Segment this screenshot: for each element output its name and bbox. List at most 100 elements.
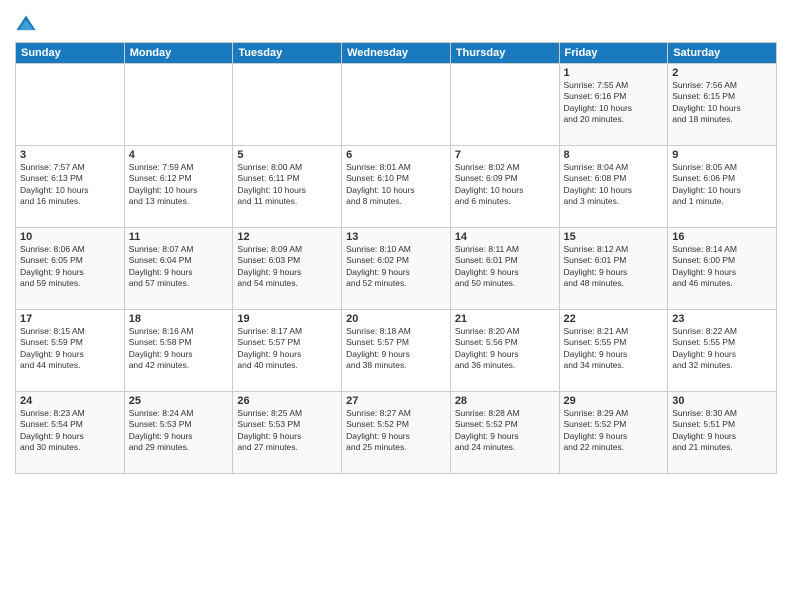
- calendar-cell: 5Sunrise: 8:00 AM Sunset: 6:11 PM Daylig…: [233, 146, 342, 228]
- day-number: 19: [237, 313, 337, 325]
- calendar-cell: 11Sunrise: 8:07 AM Sunset: 6:04 PM Dayli…: [124, 228, 233, 310]
- calendar-cell: [450, 64, 559, 146]
- day-number: 24: [20, 395, 120, 407]
- day-number: 18: [129, 313, 229, 325]
- day-number: 22: [564, 313, 664, 325]
- day-info: Sunrise: 8:11 AM Sunset: 6:01 PM Dayligh…: [455, 244, 555, 290]
- logo: [15, 14, 39, 36]
- day-number: 17: [20, 313, 120, 325]
- day-number: 29: [564, 395, 664, 407]
- calendar-week-row: 17Sunrise: 8:15 AM Sunset: 5:59 PM Dayli…: [16, 310, 777, 392]
- day-number: 10: [20, 231, 120, 243]
- day-number: 23: [672, 313, 772, 325]
- calendar-cell: 29Sunrise: 8:29 AM Sunset: 5:52 PM Dayli…: [559, 392, 668, 474]
- day-info: Sunrise: 8:01 AM Sunset: 6:10 PM Dayligh…: [346, 162, 446, 208]
- day-of-week-header: Saturday: [668, 43, 777, 64]
- calendar-week-row: 1Sunrise: 7:55 AM Sunset: 6:16 PM Daylig…: [16, 64, 777, 146]
- day-number: 11: [129, 231, 229, 243]
- day-of-week-header: Thursday: [450, 43, 559, 64]
- calendar-cell: 16Sunrise: 8:14 AM Sunset: 6:00 PM Dayli…: [668, 228, 777, 310]
- day-info: Sunrise: 8:00 AM Sunset: 6:11 PM Dayligh…: [237, 162, 337, 208]
- calendar-cell: 2Sunrise: 7:56 AM Sunset: 6:15 PM Daylig…: [668, 64, 777, 146]
- day-number: 21: [455, 313, 555, 325]
- calendar-body: 1Sunrise: 7:55 AM Sunset: 6:16 PM Daylig…: [16, 64, 777, 474]
- calendar-cell: 26Sunrise: 8:25 AM Sunset: 5:53 PM Dayli…: [233, 392, 342, 474]
- calendar-cell: 30Sunrise: 8:30 AM Sunset: 5:51 PM Dayli…: [668, 392, 777, 474]
- day-number: 28: [455, 395, 555, 407]
- calendar-cell: 9Sunrise: 8:05 AM Sunset: 6:06 PM Daylig…: [668, 146, 777, 228]
- day-of-week-header: Monday: [124, 43, 233, 64]
- day-number: 15: [564, 231, 664, 243]
- day-number: 9: [672, 149, 772, 161]
- day-info: Sunrise: 8:07 AM Sunset: 6:04 PM Dayligh…: [129, 244, 229, 290]
- calendar-cell: 20Sunrise: 8:18 AM Sunset: 5:57 PM Dayli…: [342, 310, 451, 392]
- day-number: 3: [20, 149, 120, 161]
- calendar-cell: 1Sunrise: 7:55 AM Sunset: 6:16 PM Daylig…: [559, 64, 668, 146]
- calendar-cell: 6Sunrise: 8:01 AM Sunset: 6:10 PM Daylig…: [342, 146, 451, 228]
- day-info: Sunrise: 8:23 AM Sunset: 5:54 PM Dayligh…: [20, 408, 120, 454]
- day-info: Sunrise: 8:02 AM Sunset: 6:09 PM Dayligh…: [455, 162, 555, 208]
- day-number: 25: [129, 395, 229, 407]
- day-info: Sunrise: 8:27 AM Sunset: 5:52 PM Dayligh…: [346, 408, 446, 454]
- day-number: 8: [564, 149, 664, 161]
- day-number: 4: [129, 149, 229, 161]
- day-number: 20: [346, 313, 446, 325]
- calendar-cell: 25Sunrise: 8:24 AM Sunset: 5:53 PM Dayli…: [124, 392, 233, 474]
- day-number: 30: [672, 395, 772, 407]
- day-info: Sunrise: 8:17 AM Sunset: 5:57 PM Dayligh…: [237, 326, 337, 372]
- day-number: 14: [455, 231, 555, 243]
- calendar-cell: 28Sunrise: 8:28 AM Sunset: 5:52 PM Dayli…: [450, 392, 559, 474]
- day-number: 12: [237, 231, 337, 243]
- day-info: Sunrise: 8:18 AM Sunset: 5:57 PM Dayligh…: [346, 326, 446, 372]
- day-info: Sunrise: 8:15 AM Sunset: 5:59 PM Dayligh…: [20, 326, 120, 372]
- day-info: Sunrise: 8:28 AM Sunset: 5:52 PM Dayligh…: [455, 408, 555, 454]
- day-info: Sunrise: 7:59 AM Sunset: 6:12 PM Dayligh…: [129, 162, 229, 208]
- day-of-week-header: Friday: [559, 43, 668, 64]
- day-number: 27: [346, 395, 446, 407]
- calendar-cell: 24Sunrise: 8:23 AM Sunset: 5:54 PM Dayli…: [16, 392, 125, 474]
- calendar-cell: 7Sunrise: 8:02 AM Sunset: 6:09 PM Daylig…: [450, 146, 559, 228]
- calendar-cell: 13Sunrise: 8:10 AM Sunset: 6:02 PM Dayli…: [342, 228, 451, 310]
- calendar-week-row: 24Sunrise: 8:23 AM Sunset: 5:54 PM Dayli…: [16, 392, 777, 474]
- day-number: 16: [672, 231, 772, 243]
- day-info: Sunrise: 8:14 AM Sunset: 6:00 PM Dayligh…: [672, 244, 772, 290]
- day-of-week-header: Tuesday: [233, 43, 342, 64]
- day-number: 13: [346, 231, 446, 243]
- calendar-cell: 10Sunrise: 8:06 AM Sunset: 6:05 PM Dayli…: [16, 228, 125, 310]
- calendar-cell: 4Sunrise: 7:59 AM Sunset: 6:12 PM Daylig…: [124, 146, 233, 228]
- day-of-week-row: SundayMondayTuesdayWednesdayThursdayFrid…: [16, 43, 777, 64]
- calendar-week-row: 10Sunrise: 8:06 AM Sunset: 6:05 PM Dayli…: [16, 228, 777, 310]
- day-info: Sunrise: 8:09 AM Sunset: 6:03 PM Dayligh…: [237, 244, 337, 290]
- calendar-cell: 12Sunrise: 8:09 AM Sunset: 6:03 PM Dayli…: [233, 228, 342, 310]
- day-info: Sunrise: 8:20 AM Sunset: 5:56 PM Dayligh…: [455, 326, 555, 372]
- day-info: Sunrise: 7:57 AM Sunset: 6:13 PM Dayligh…: [20, 162, 120, 208]
- day-of-week-header: Sunday: [16, 43, 125, 64]
- calendar-table: SundayMondayTuesdayWednesdayThursdayFrid…: [15, 42, 777, 474]
- day-info: Sunrise: 8:12 AM Sunset: 6:01 PM Dayligh…: [564, 244, 664, 290]
- day-info: Sunrise: 8:16 AM Sunset: 5:58 PM Dayligh…: [129, 326, 229, 372]
- day-number: 6: [346, 149, 446, 161]
- day-info: Sunrise: 8:29 AM Sunset: 5:52 PM Dayligh…: [564, 408, 664, 454]
- calendar-cell: 19Sunrise: 8:17 AM Sunset: 5:57 PM Dayli…: [233, 310, 342, 392]
- calendar-cell: 27Sunrise: 8:27 AM Sunset: 5:52 PM Dayli…: [342, 392, 451, 474]
- day-number: 7: [455, 149, 555, 161]
- calendar-week-row: 3Sunrise: 7:57 AM Sunset: 6:13 PM Daylig…: [16, 146, 777, 228]
- day-info: Sunrise: 8:24 AM Sunset: 5:53 PM Dayligh…: [129, 408, 229, 454]
- day-number: 5: [237, 149, 337, 161]
- day-number: 2: [672, 67, 772, 79]
- day-info: Sunrise: 8:04 AM Sunset: 6:08 PM Dayligh…: [564, 162, 664, 208]
- calendar-cell: 14Sunrise: 8:11 AM Sunset: 6:01 PM Dayli…: [450, 228, 559, 310]
- header: [15, 10, 777, 36]
- calendar-cell: [124, 64, 233, 146]
- day-number: 1: [564, 67, 664, 79]
- calendar-cell: [16, 64, 125, 146]
- day-info: Sunrise: 8:06 AM Sunset: 6:05 PM Dayligh…: [20, 244, 120, 290]
- calendar-cell: 17Sunrise: 8:15 AM Sunset: 5:59 PM Dayli…: [16, 310, 125, 392]
- calendar-cell: 18Sunrise: 8:16 AM Sunset: 5:58 PM Dayli…: [124, 310, 233, 392]
- day-info: Sunrise: 8:22 AM Sunset: 5:55 PM Dayligh…: [672, 326, 772, 372]
- day-info: Sunrise: 8:21 AM Sunset: 5:55 PM Dayligh…: [564, 326, 664, 372]
- calendar-cell: 22Sunrise: 8:21 AM Sunset: 5:55 PM Dayli…: [559, 310, 668, 392]
- day-info: Sunrise: 8:30 AM Sunset: 5:51 PM Dayligh…: [672, 408, 772, 454]
- day-info: Sunrise: 8:10 AM Sunset: 6:02 PM Dayligh…: [346, 244, 446, 290]
- day-of-week-header: Wednesday: [342, 43, 451, 64]
